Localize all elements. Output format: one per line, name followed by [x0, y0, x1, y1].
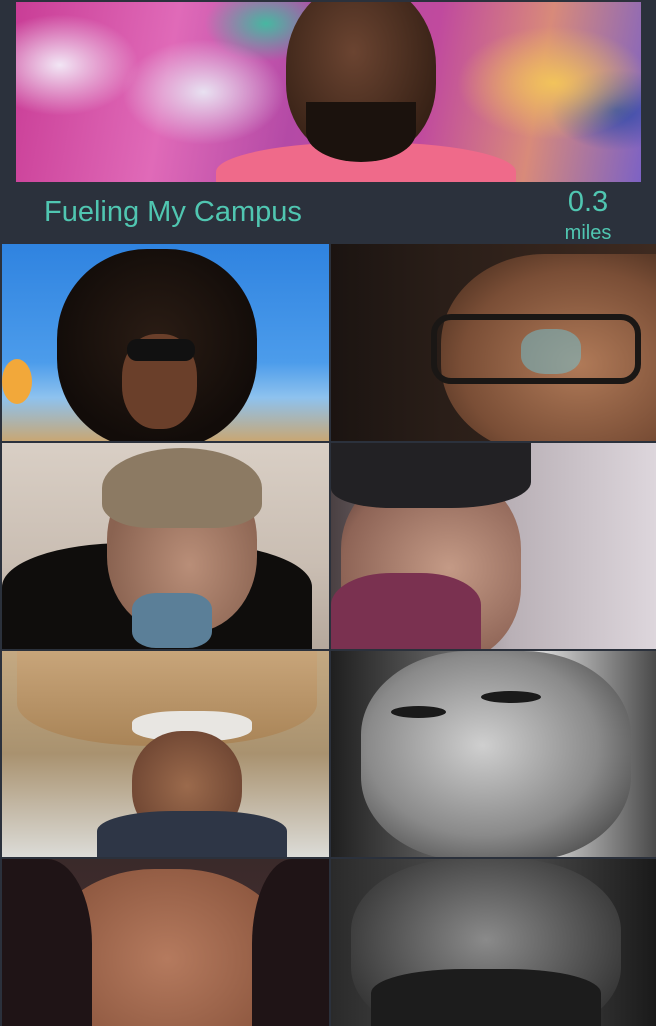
photo-tile[interactable] — [2, 651, 329, 857]
photo-tile[interactable] — [2, 859, 329, 1026]
distance-readout: 0.3 miles — [562, 186, 614, 244]
photo-tile[interactable] — [2, 443, 329, 649]
distance-unit: miles — [564, 222, 612, 244]
photo-tile[interactable] — [331, 443, 656, 649]
photo-tile[interactable] — [331, 244, 656, 441]
photo-tile[interactable] — [2, 244, 329, 441]
hero-image — [16, 2, 641, 182]
photo-tile[interactable] — [331, 651, 656, 857]
photo-tile[interactable] — [331, 859, 656, 1026]
featured-card[interactable]: Fueling My Campus 0.3 miles — [0, 0, 656, 244]
card-title: Fueling My Campus — [44, 196, 302, 228]
distance-value: 0.3 — [567, 186, 609, 218]
photo-grid — [2, 244, 656, 1026]
